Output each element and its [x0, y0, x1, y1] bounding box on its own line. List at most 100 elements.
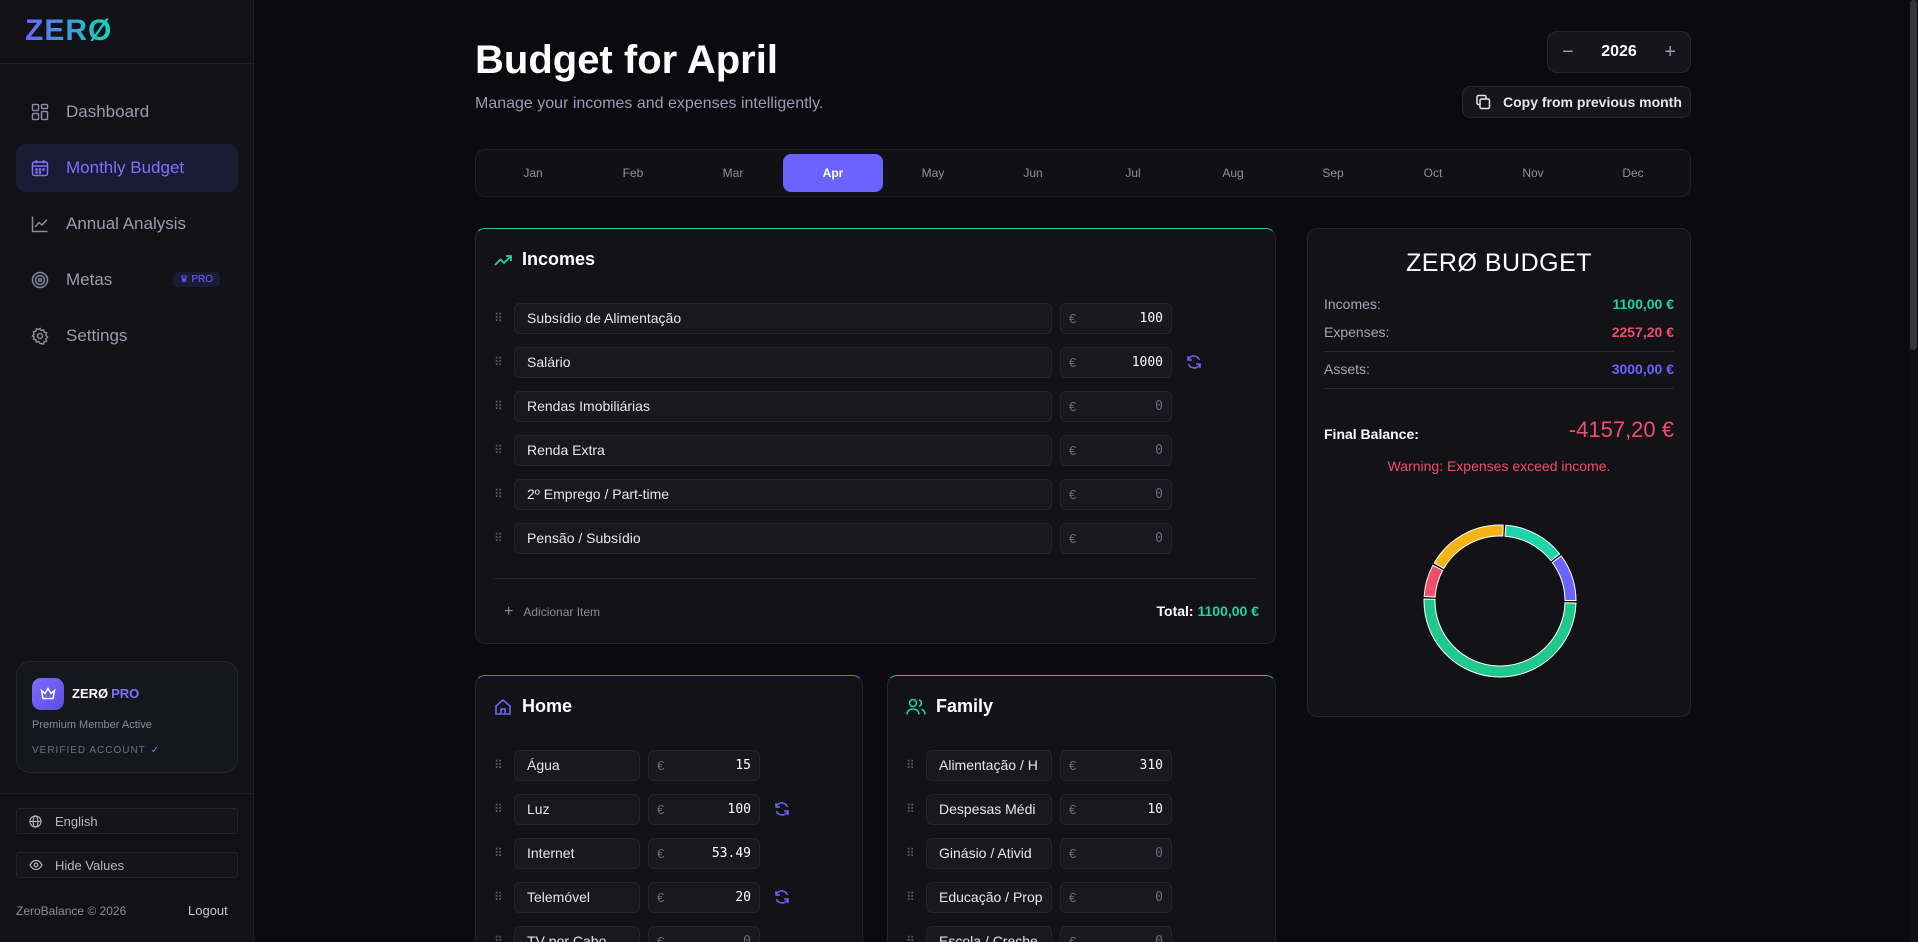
app-logo[interactable]: ZERØ [25, 14, 112, 48]
item-value-field[interactable]: €0 [1060, 522, 1172, 554]
incomes-total: Total: 1100,00 € [1156, 603, 1259, 619]
item-value-field[interactable]: €1000 [1060, 346, 1172, 378]
item-name-field[interactable]: Internet [514, 837, 640, 869]
item-name-field[interactable]: Luz [514, 793, 640, 825]
item-name-field[interactable]: TV por Cabo [514, 925, 640, 942]
drag-handle-icon[interactable]: ⠿ [494, 488, 508, 500]
tab-nov[interactable]: Nov [1483, 154, 1583, 192]
expense-row: ⠿ Escola / Creche €0 [906, 925, 1172, 942]
sidebar-item-annual-analysis[interactable]: Annual Analysis [16, 200, 238, 248]
item-value-field[interactable]: €20 [648, 881, 760, 913]
tab-jan[interactable]: Jan [483, 154, 583, 192]
tab-jul[interactable]: Jul [1083, 154, 1183, 192]
sidebar-item-monthly-budget[interactable]: Monthly Budget [16, 144, 238, 192]
drag-handle-icon[interactable]: ⠿ [494, 935, 508, 942]
add-item-button[interactable]: + Adicionar Item [504, 603, 600, 621]
pro-membership-card: ZERØ PRO Premium Member Active VERIFIED A… [16, 661, 238, 773]
tab-apr[interactable]: Apr [783, 154, 883, 192]
item-value-field[interactable]: €310 [1060, 749, 1172, 781]
logout-button[interactable]: Logout [188, 903, 228, 918]
copy-previous-month-button[interactable]: Copy from previous month [1462, 86, 1691, 118]
pro-card-subtitle: Premium Member Active [32, 719, 152, 731]
tab-mar[interactable]: Mar [683, 154, 783, 192]
drag-handle-icon[interactable]: ⠿ [906, 891, 920, 903]
drag-handle-icon[interactable]: ⠿ [494, 400, 508, 412]
language-selector[interactable]: English [16, 808, 238, 834]
item-name-field[interactable]: Escola / Creche [926, 925, 1052, 942]
home-card: Home ⠿ Água €15 ⠿ Luz €100 ⠿ Internet €5… [475, 675, 863, 942]
item-name-field[interactable]: 2º Emprego / Part-time [514, 478, 1052, 510]
hide-values-toggle[interactable]: Hide Values [16, 852, 238, 878]
item-value-field[interactable]: €0 [648, 925, 760, 942]
item-name-field[interactable]: Alimentação / H [926, 749, 1052, 781]
item-value-field[interactable]: €53.49 [648, 837, 760, 869]
drag-handle-icon[interactable]: ⠿ [906, 803, 920, 815]
tab-may[interactable]: May [883, 154, 983, 192]
item-name-field[interactable]: Água [514, 749, 640, 781]
item-name-field[interactable]: Telemóvel [514, 881, 640, 913]
tab-oct[interactable]: Oct [1383, 154, 1483, 192]
drag-handle-icon[interactable]: ⠿ [494, 847, 508, 859]
item-name-field[interactable]: Subsídio de Alimentação [514, 302, 1052, 334]
incomes-card: Incomes ⠿ Subsídio de Alimentação €100 ⠿… [475, 228, 1276, 644]
drag-handle-icon[interactable]: ⠿ [494, 532, 508, 544]
donut-segment-3[interactable] [1423, 564, 1444, 598]
copyright: ZeroBalance © 2026 [16, 904, 127, 918]
item-name-field[interactable]: Ginásio / Ativid [926, 837, 1052, 869]
donut-segment-2[interactable] [1423, 598, 1577, 678]
sidebar-item-metas[interactable]: Metas ♛ PRO [16, 256, 238, 304]
donut-segment-4[interactable] [1433, 524, 1504, 570]
item-name-field[interactable]: Pensão / Subsídio [514, 522, 1052, 554]
item-name-field[interactable]: Renda Extra [514, 434, 1052, 466]
item-value-field[interactable]: €0 [1060, 390, 1172, 422]
item-name-field[interactable]: Salário [514, 346, 1052, 378]
scrollbar-thumb[interactable] [1910, 0, 1917, 350]
hide-values-label: Hide Values [55, 857, 125, 873]
chart-line-icon [30, 214, 50, 234]
income-row: ⠿ Subsídio de Alimentação €100 [494, 302, 1172, 334]
summary-incomes: Incomes: 1100,00 € [1324, 296, 1674, 312]
donut-segment-0[interactable] [1504, 524, 1561, 562]
warning-message: Warning: Expenses exceed income. [1387, 458, 1611, 474]
tab-sep[interactable]: Sep [1283, 154, 1383, 192]
item-value-field[interactable]: €0 [1060, 837, 1172, 869]
donut-segment-1[interactable] [1551, 555, 1577, 602]
expense-row: ⠿ Ginásio / Ativid €0 [906, 837, 1172, 869]
drag-handle-icon[interactable]: ⠿ [494, 312, 508, 324]
drag-handle-icon[interactable]: ⠿ [494, 891, 508, 903]
divider [1324, 351, 1674, 352]
drag-handle-icon[interactable]: ⠿ [906, 935, 920, 942]
recurring-icon[interactable] [1186, 354, 1202, 370]
tab-aug[interactable]: Aug [1183, 154, 1283, 192]
drag-handle-icon[interactable]: ⠿ [906, 759, 920, 771]
scrollbar[interactable] [1909, 0, 1918, 942]
item-name-field[interactable]: Educação / Prop [926, 881, 1052, 913]
drag-handle-icon[interactable]: ⠿ [494, 444, 508, 456]
item-value-field[interactable]: €0 [1060, 881, 1172, 913]
tab-jun[interactable]: Jun [983, 154, 1083, 192]
sidebar-item-dashboard[interactable]: Dashboard [16, 88, 238, 136]
recurring-icon[interactable] [774, 801, 790, 817]
item-value-field[interactable]: €15 [648, 749, 760, 781]
item-value-field[interactable]: €0 [1060, 478, 1172, 510]
item-name-field[interactable]: Despesas Médi [926, 793, 1052, 825]
drag-handle-icon[interactable]: ⠿ [494, 759, 508, 771]
item-value-field[interactable]: €100 [648, 793, 760, 825]
recurring-icon[interactable] [774, 889, 790, 905]
item-name-field[interactable]: Rendas Imobiliárias [514, 390, 1052, 422]
drag-handle-icon[interactable]: ⠿ [494, 356, 508, 368]
year-increment-button[interactable]: + [1664, 41, 1676, 64]
sidebar-item-settings[interactable]: Settings [16, 312, 238, 360]
item-value-field[interactable]: €10 [1060, 793, 1172, 825]
year-decrement-button[interactable]: − [1562, 41, 1574, 64]
tab-feb[interactable]: Feb [583, 154, 683, 192]
expense-row: ⠿ Água €15 [494, 749, 760, 781]
tab-dec[interactable]: Dec [1583, 154, 1683, 192]
item-value-field[interactable]: €0 [1060, 925, 1172, 942]
drag-handle-icon[interactable]: ⠿ [494, 803, 508, 815]
item-value-field[interactable]: €0 [1060, 434, 1172, 466]
drag-handle-icon[interactable]: ⠿ [906, 847, 920, 859]
pro-badge: ♛ PRO [172, 272, 220, 287]
plus-icon: + [504, 603, 514, 620]
item-value-field[interactable]: €100 [1060, 302, 1172, 334]
